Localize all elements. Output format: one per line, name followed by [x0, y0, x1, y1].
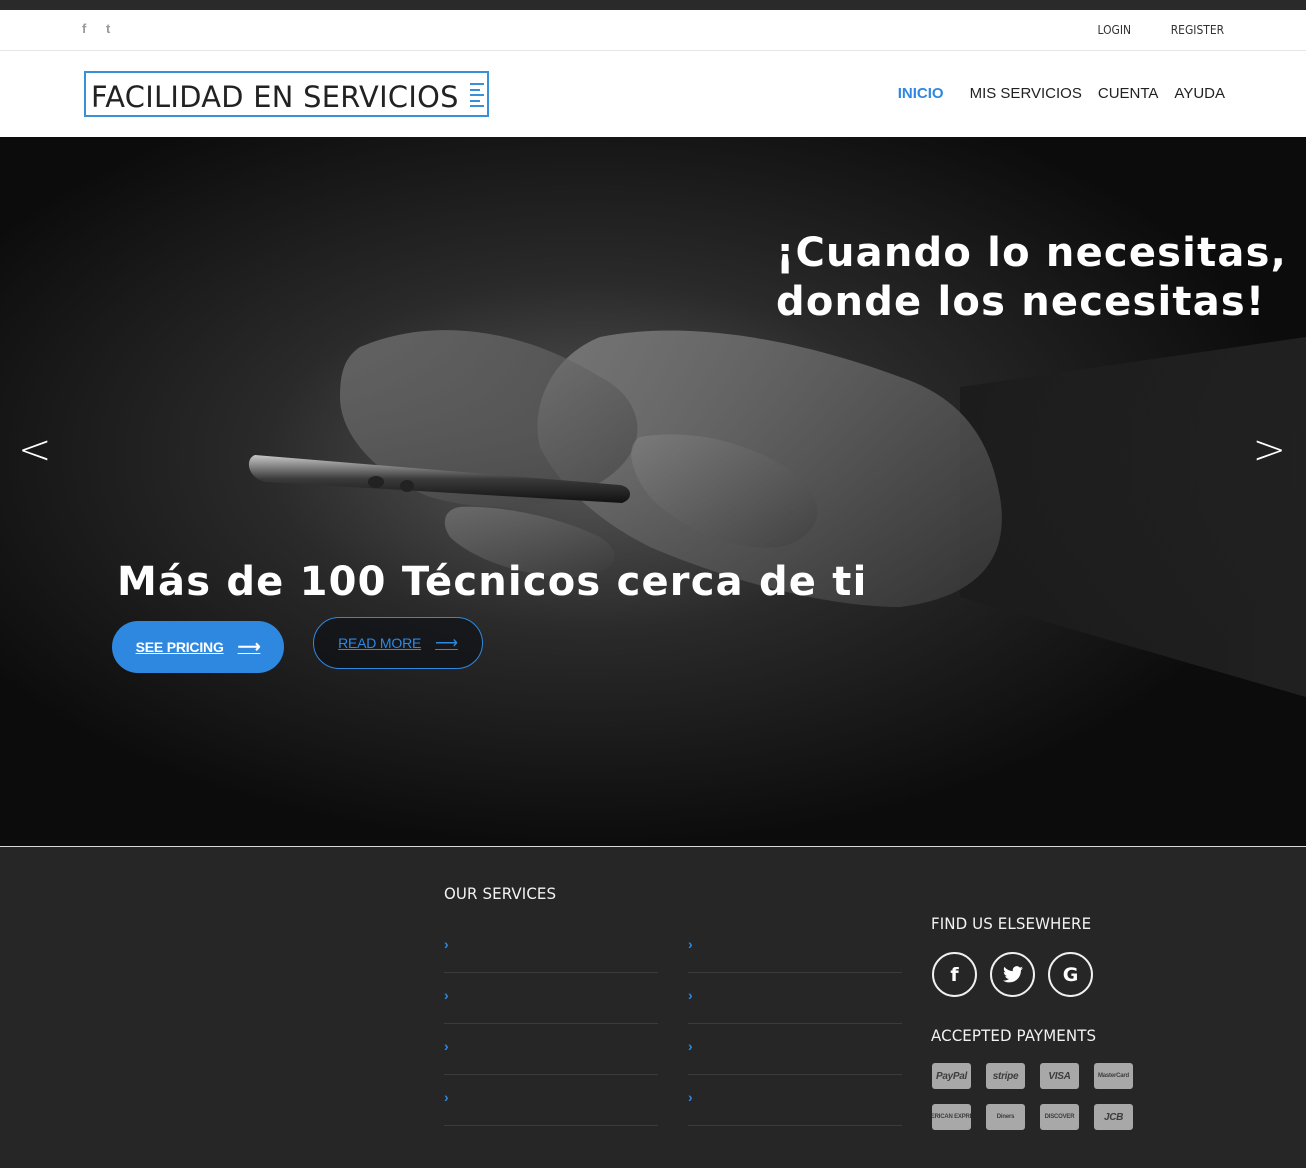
site-logo[interactable]: FACILIDAD EN SERVICIOS: [84, 71, 489, 117]
payment-methods: PayPal stripe VISA MasterCard AMERICAN E…: [932, 1063, 1133, 1130]
list-item[interactable]: ›: [444, 922, 658, 973]
login-link[interactable]: LOGIN: [1097, 22, 1131, 37]
top-social-links: f t: [82, 22, 118, 36]
discover-icon: DISCOVER: [1040, 1104, 1079, 1130]
see-pricing-button[interactable]: SEE PRICING ⟶: [112, 621, 284, 673]
paypal-icon: PayPal: [932, 1063, 971, 1089]
list-item[interactable]: ›: [444, 1024, 658, 1075]
facebook-icon[interactable]: f: [82, 22, 94, 36]
twitter-bird-icon: [1002, 966, 1023, 983]
main-navbar: FACILIDAD EN SERVICIOS INICIO MIS SERVIC…: [0, 51, 1306, 137]
our-services-heading: OUR SERVICES: [444, 884, 557, 903]
amex-icon: AMERICAN EXPRESS: [932, 1104, 971, 1130]
logo-lines-icon: [470, 83, 484, 107]
chevron-right-icon: ›: [688, 1038, 693, 1054]
list-item[interactable]: ›: [444, 1075, 658, 1126]
chevron-right-icon: ›: [688, 1089, 693, 1105]
top-strip: [0, 0, 1306, 10]
facebook-icon[interactable]: f: [932, 952, 977, 997]
chevron-right-icon: ›: [444, 1038, 449, 1054]
chevron-right-icon: ›: [444, 987, 449, 1003]
list-item[interactable]: ›: [688, 922, 902, 973]
twitter-icon[interactable]: t: [106, 22, 118, 36]
read-more-label: READ MORE: [338, 635, 422, 651]
hero-subheadline: Más de 100 Técnicos cerca de ti: [117, 559, 868, 605]
menu-item-inicio[interactable]: INICIO: [898, 85, 944, 102]
chevron-right-icon: ›: [688, 936, 693, 952]
hero-headline-line1: ¡Cuando lo necesitas,: [776, 230, 1287, 276]
slider-prev-arrow[interactable]: <: [18, 427, 52, 473]
auth-links: LOGIN REGISTER: [1092, 22, 1224, 37]
accepted-payments-heading: ACCEPTED PAYMENTS: [931, 1026, 1097, 1045]
see-pricing-label: SEE PRICING: [135, 639, 224, 655]
read-more-button[interactable]: READ MORE ⟶: [313, 617, 483, 669]
visa-icon: VISA: [1040, 1063, 1079, 1089]
list-item[interactable]: ›: [688, 1075, 902, 1126]
list-item[interactable]: ›: [688, 973, 902, 1024]
footer-social-links: f G: [932, 952, 1093, 997]
logo-text: FACILIDAD EN SERVICIOS: [91, 80, 459, 114]
diners-icon: Diners: [986, 1104, 1025, 1130]
chevron-right-icon: ›: [444, 1089, 449, 1105]
mastercard-icon: MasterCard: [1094, 1063, 1133, 1089]
arrow-right-icon: ⟶: [435, 635, 458, 652]
services-list-col2: › › › ›: [688, 922, 902, 1126]
hero-headline-line2: donde los necesitas!: [776, 279, 1266, 325]
hero-headline: ¡Cuando lo necesitas, donde los necesita…: [776, 229, 1287, 327]
register-link[interactable]: REGISTER: [1171, 22, 1224, 37]
site-footer: OUR SERVICES › › › › › › › › FIND US ELS…: [0, 847, 1306, 1168]
jcb-icon: JCB: [1094, 1104, 1133, 1130]
list-item[interactable]: ›: [688, 1024, 902, 1075]
chevron-right-icon: ›: [688, 987, 693, 1003]
google-icon[interactable]: G: [1048, 952, 1093, 997]
arrow-right-icon: ⟶: [237, 639, 261, 656]
chevron-right-icon: ›: [444, 936, 449, 952]
menu-item-cuenta[interactable]: CUENTA: [1098, 85, 1159, 102]
main-menu: INICIO MIS SERVICIOS CUENTA AYUDA: [898, 85, 1225, 102]
stripe-icon: stripe: [986, 1063, 1025, 1089]
list-item[interactable]: ›: [444, 973, 658, 1024]
slider-next-arrow[interactable]: >: [1252, 427, 1286, 473]
top-bar: f t LOGIN REGISTER: [0, 10, 1306, 51]
hero-slider: < > ¡Cuando lo necesitas, donde los nece…: [0, 137, 1306, 846]
menu-item-ayuda[interactable]: AYUDA: [1174, 85, 1225, 102]
services-list-col1: › › › ›: [444, 922, 658, 1126]
twitter-icon[interactable]: [990, 952, 1035, 997]
find-us-heading: FIND US ELSEWHERE: [931, 914, 1092, 933]
menu-item-mis-servicios[interactable]: MIS SERVICIOS: [970, 85, 1082, 102]
